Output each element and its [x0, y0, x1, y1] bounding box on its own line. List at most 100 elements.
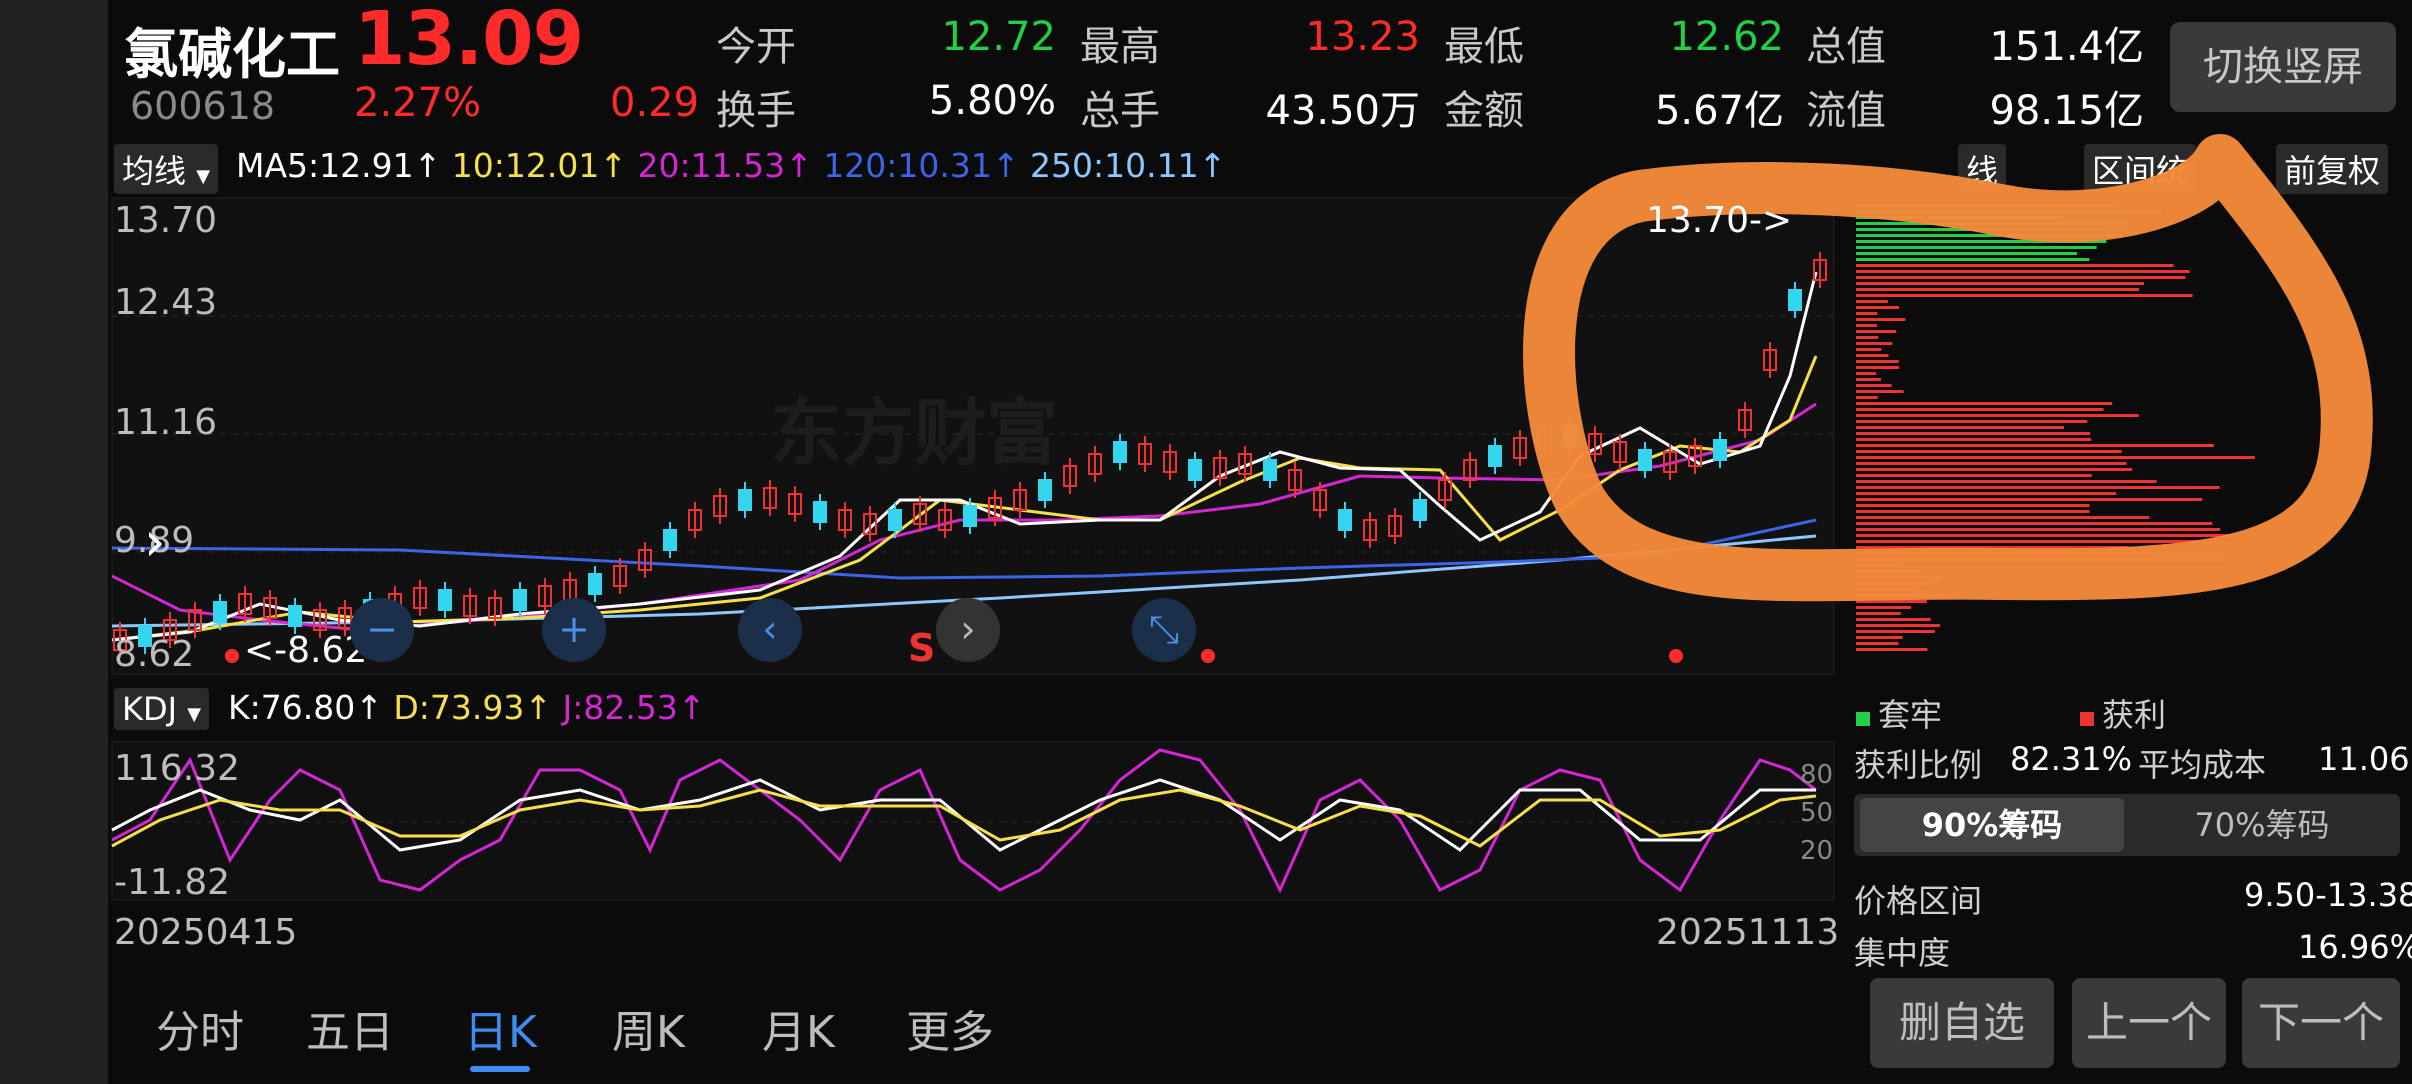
scroll-right-icon[interactable]: › — [936, 598, 1000, 662]
chip-bar — [1856, 456, 2255, 459]
chip-bar — [1856, 516, 2149, 519]
tab-weekly-k[interactable]: 周K — [612, 996, 685, 1060]
collapse-icon[interactable]: ⤡ — [1132, 598, 1196, 662]
candle — [589, 574, 601, 594]
concentration-value: 16.96% — [2298, 928, 2412, 966]
chip-bar — [1856, 342, 1892, 345]
chip-bar — [1856, 306, 1899, 309]
candle — [664, 530, 676, 550]
chip-bar — [1856, 648, 1927, 651]
date-start: 20250415 — [114, 912, 297, 953]
chip-bar — [1856, 420, 2087, 423]
chip-bar — [1856, 450, 2122, 453]
price-range-value: 9.50-13.38 — [2244, 876, 2412, 914]
profit-ratio-label: 获利比例 — [1854, 740, 1982, 786]
chevron-down-icon: ▼ — [187, 704, 201, 725]
remove-watchlist-button[interactable]: 删自选 — [1870, 978, 2054, 1068]
tab-five-day[interactable]: 五日 — [306, 996, 394, 1060]
profit-swatch — [2080, 712, 2094, 726]
kdj-k-value: K:76.80↑ — [228, 688, 383, 727]
trapped-swatch — [1856, 712, 1870, 726]
avg-cost-label: 平均成本 — [2138, 740, 2266, 786]
chip-bar — [1856, 636, 1903, 639]
scroll-left-icon[interactable]: ‹ — [738, 598, 802, 662]
candle — [889, 510, 901, 530]
candle — [1489, 446, 1501, 466]
kdj-right-tick: 20 — [1800, 836, 1833, 866]
legend-profit-label: 获利 — [2102, 696, 2166, 734]
signal-dot — [1201, 649, 1215, 663]
chip-bar — [1856, 498, 2202, 501]
chip-bar — [1856, 630, 1935, 633]
chip-bar — [1856, 504, 2089, 507]
tab-chip-90[interactable]: 90%筹码 — [1860, 798, 2124, 852]
kline-chart[interactable] — [0, 0, 2412, 1084]
chip-bar — [1856, 300, 1888, 303]
chip-bar — [1856, 408, 2104, 411]
candle — [1414, 500, 1426, 520]
chip-bar — [1856, 282, 2144, 285]
kdj-y-tick: 116.32 — [114, 748, 240, 789]
chip-bar — [1856, 528, 2220, 531]
candle — [1639, 450, 1651, 470]
legend-profit: 获利 — [2080, 690, 2166, 736]
candle — [814, 502, 826, 522]
candle — [1189, 460, 1201, 480]
watermark: 东方财富 — [770, 374, 1058, 479]
next-button[interactable]: 下一个 — [2242, 978, 2400, 1068]
candle — [1114, 442, 1126, 462]
chip-bar — [1856, 486, 2220, 489]
chip-bar — [1856, 522, 2212, 525]
chip-bar — [1856, 540, 2200, 543]
chip-bar — [1856, 390, 1904, 393]
candle — [1264, 460, 1276, 480]
candle — [439, 590, 451, 610]
tab-intraday[interactable]: 分时 — [156, 996, 244, 1060]
kdj-right-tick: 50 — [1800, 798, 1833, 828]
chip-bar — [1856, 468, 2132, 471]
chip-bar — [1856, 324, 1877, 327]
y-tick: 11.16 — [114, 402, 217, 443]
active-tab-indicator — [470, 1066, 530, 1072]
date-end: 20251113 — [1656, 912, 1839, 953]
tab-monthly-k[interactable]: 月K — [762, 996, 835, 1060]
tab-chip-70[interactable]: 70%筹码 — [2130, 798, 2394, 852]
tab-daily-k[interactable]: 日K — [464, 996, 537, 1060]
expand-arrow-icon[interactable]: › — [144, 510, 166, 573]
chip-bar — [1856, 330, 1896, 333]
chip-bar — [1856, 288, 2139, 291]
chip-bar — [1856, 246, 2097, 249]
high-marker: 13.70-> — [1646, 200, 1792, 241]
chip-bar — [1856, 312, 1877, 315]
chip-bar — [1856, 384, 1892, 387]
price-range-label: 价格区间 — [1854, 876, 1982, 922]
chip-bar — [1856, 612, 1901, 615]
indicator-selector[interactable]: KDJ ▼ — [114, 688, 209, 730]
kdj-d-value: D:73.93↑ — [393, 688, 552, 727]
chip-bar — [1856, 372, 1876, 375]
avg-cost-value: 11.06 — [2318, 740, 2410, 778]
candle — [1714, 440, 1726, 460]
chip-bar — [1856, 618, 1931, 621]
candle — [514, 590, 526, 610]
chip-bar — [1856, 270, 2190, 273]
zoom-out-icon[interactable]: − — [350, 598, 414, 662]
chip-bar — [1856, 360, 1899, 363]
y-tick: 13.70 — [114, 200, 217, 241]
chip-bar — [1856, 432, 2090, 435]
candle — [964, 506, 976, 526]
chip-bar — [1856, 348, 1881, 351]
chip-bar — [1856, 252, 2077, 255]
chip-bar — [1856, 318, 1905, 321]
chip-bar — [1856, 366, 1899, 369]
tab-more[interactable]: 更多 — [906, 996, 994, 1060]
chip-bar — [1856, 606, 1911, 609]
candle — [1039, 480, 1051, 500]
chip-bar — [1856, 426, 2064, 429]
zoom-in-icon[interactable]: + — [542, 598, 606, 662]
chip-bar — [1856, 438, 2091, 441]
chip-bar — [1856, 378, 1881, 381]
signal-dot — [225, 649, 239, 663]
previous-button[interactable]: 上一个 — [2072, 978, 2226, 1068]
y-tick: 12.43 — [114, 282, 217, 323]
